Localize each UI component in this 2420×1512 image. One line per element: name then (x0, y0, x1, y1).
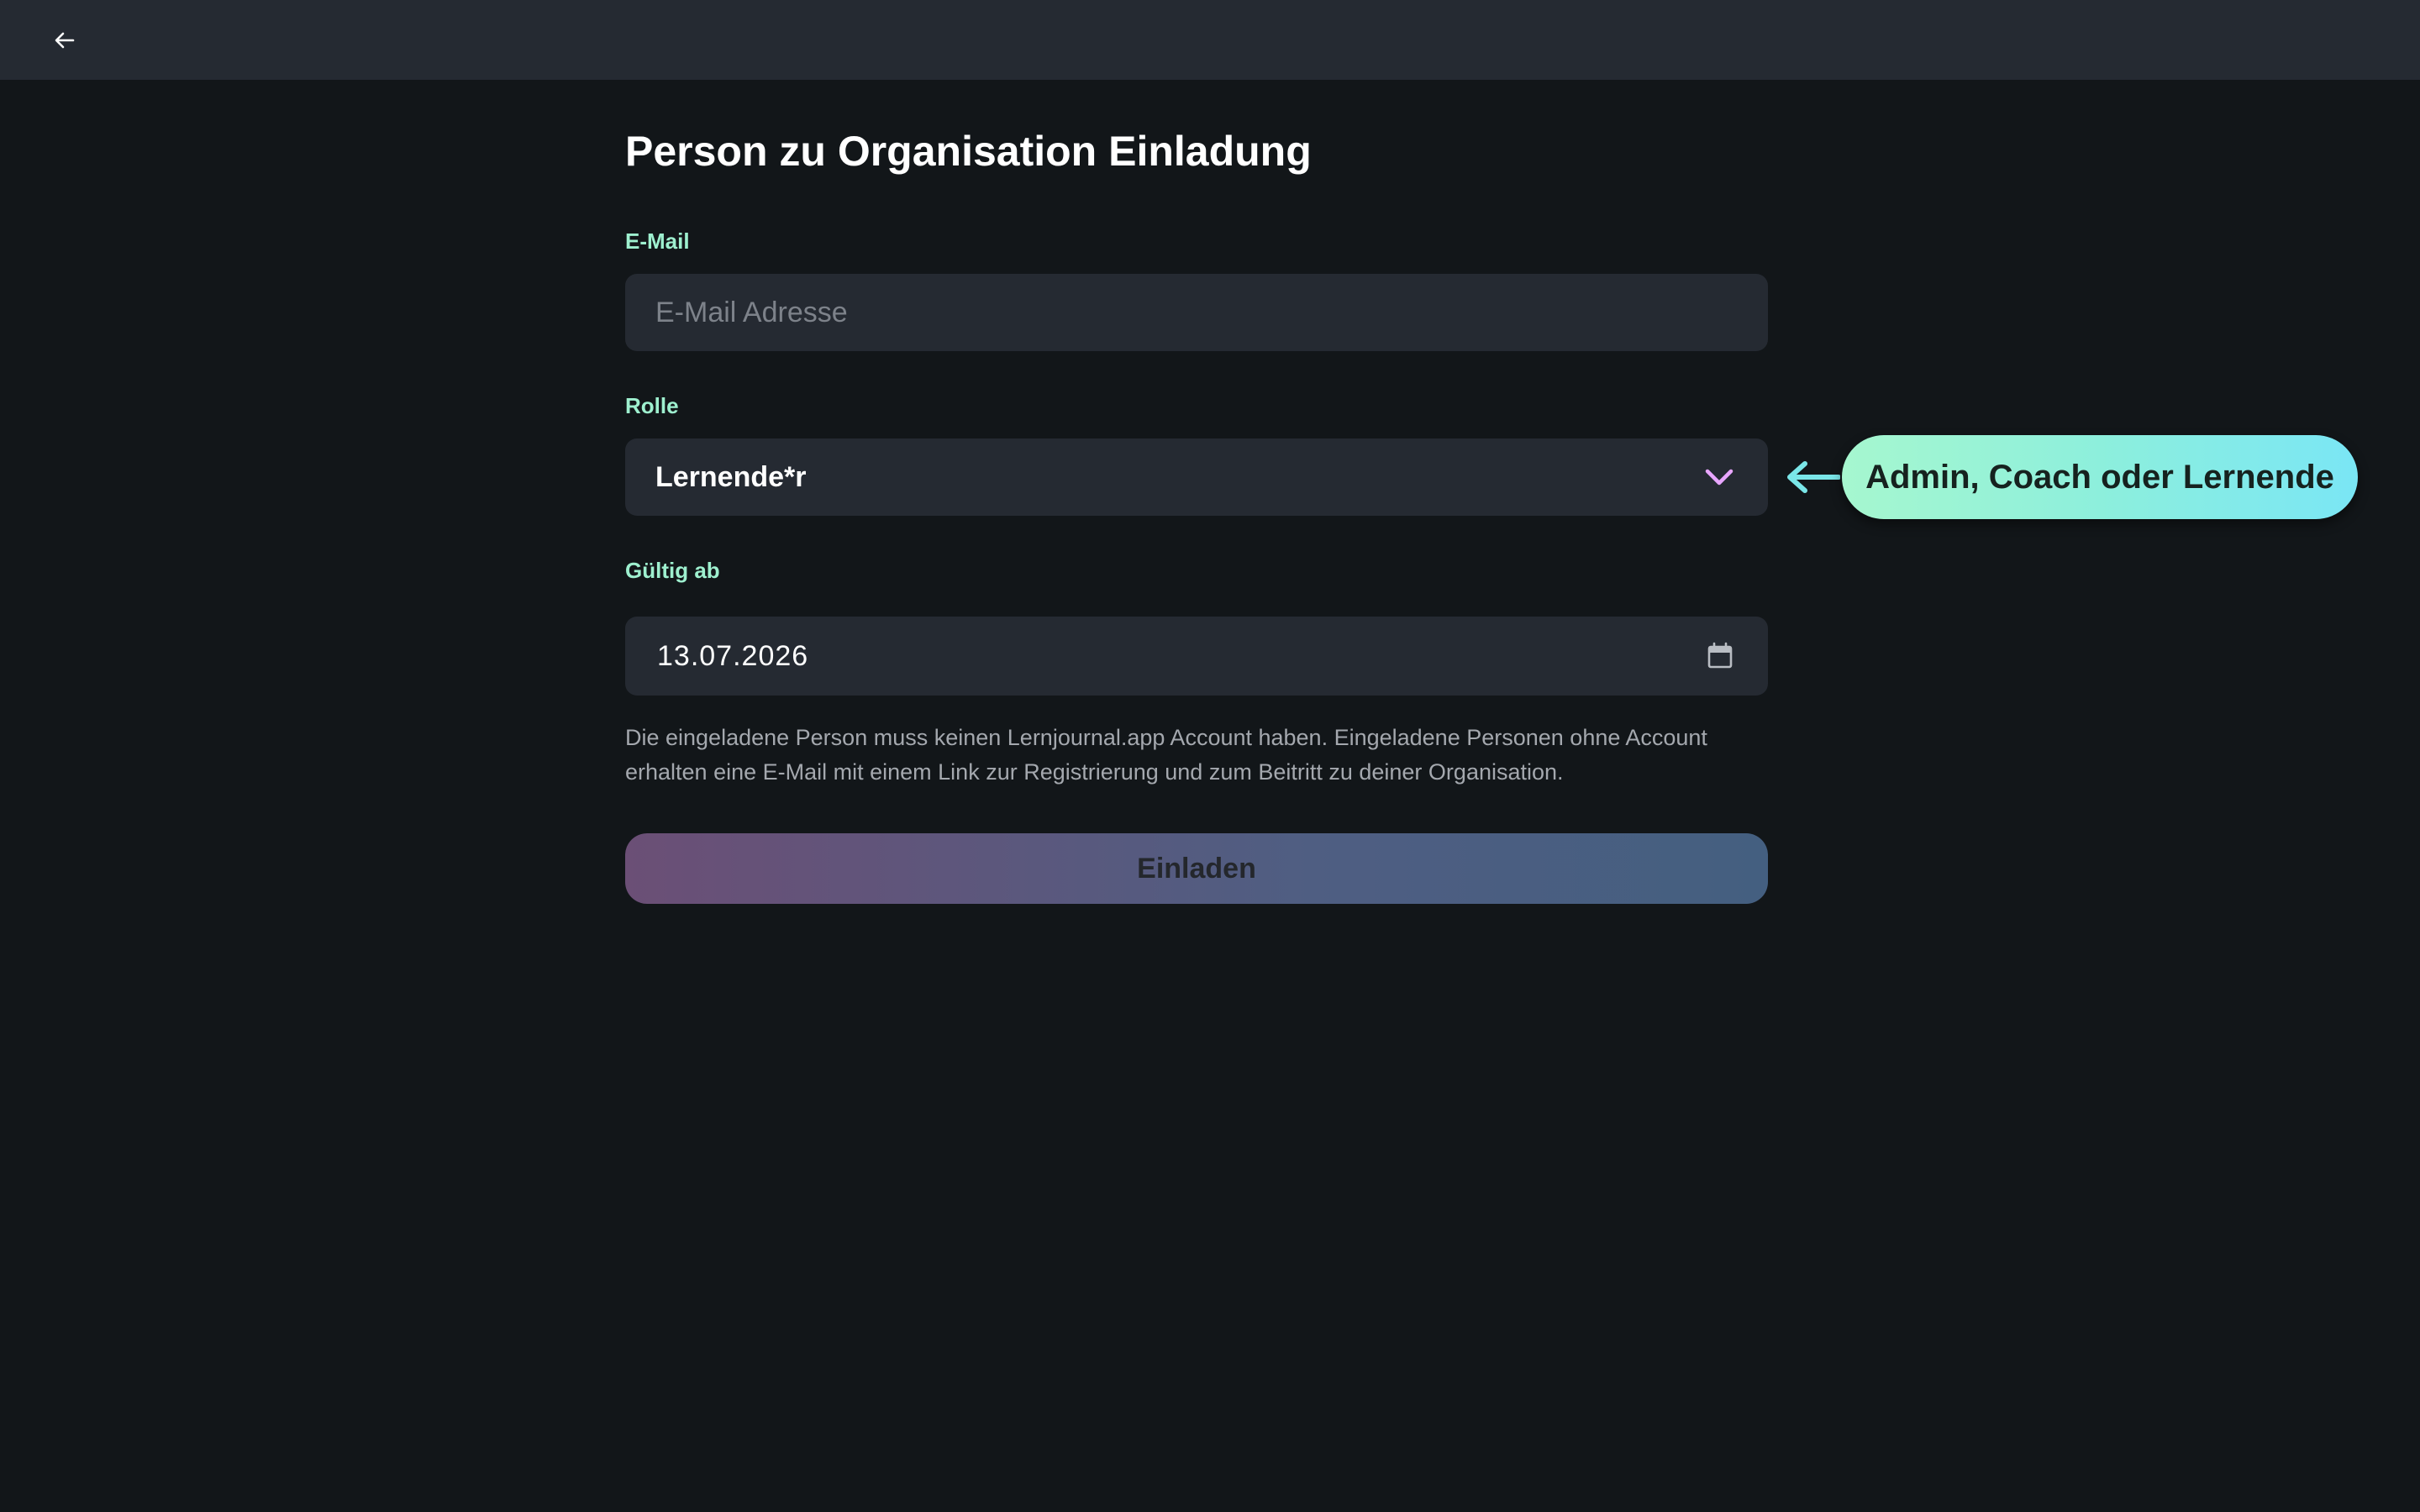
role-selected-value: Lernende*r (655, 461, 807, 493)
back-button[interactable] (47, 23, 82, 58)
role-label: Rolle (625, 393, 679, 418)
callout-text: Admin, Coach oder Lernende (1865, 458, 2334, 496)
invite-form: Person zu Organisation Einladung E-Mail … (625, 118, 1768, 904)
email-input[interactable] (625, 274, 1768, 351)
page-title: Person zu Organisation Einladung (625, 128, 1312, 175)
arrow-left-icon (55, 32, 75, 49)
role-annotation-callout: Admin, Coach oder Lernende (1842, 435, 2358, 519)
role-select[interactable]: Lernende*r (625, 438, 1768, 516)
invite-button[interactable]: Einladen (625, 833, 1768, 904)
calendar-icon[interactable] (1706, 642, 1734, 670)
valid-from-date-field[interactable]: 13.07.2026 (625, 617, 1768, 696)
chevron-down-icon (1705, 469, 1733, 486)
valid-from-label: Gültig ab (625, 558, 720, 583)
valid-from-date-value: 13.07.2026 (657, 640, 809, 672)
callout-arrow-left-icon (1787, 461, 1840, 493)
email-field-wrapper (625, 274, 1768, 351)
invite-help-text: Die eingeladene Person muss keinen Lernj… (625, 725, 1707, 785)
email-label: E-Mail (625, 228, 690, 254)
top-bar (0, 0, 2420, 80)
